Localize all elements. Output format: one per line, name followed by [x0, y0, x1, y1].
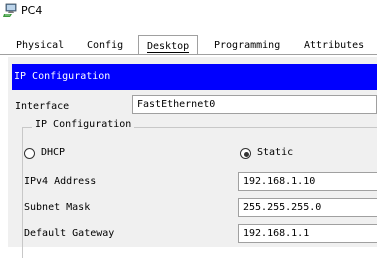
tab-attributes[interactable]: Attributes	[304, 40, 364, 51]
interface-select[interactable]: FastEthernet0	[132, 95, 377, 114]
static-radio-label: Static	[257, 147, 294, 158]
interface-label: Interface	[15, 101, 70, 112]
tab-desktop[interactable]: Desktop	[138, 35, 199, 54]
desktop-content: IP Configuration Interface FastEthernet0…	[8, 57, 377, 258]
ipv4-address-input[interactable]: 192.168.1.10	[238, 172, 377, 191]
ip-configuration-header: IP Configuration	[12, 64, 377, 90]
subnet-mask-input[interactable]: 255.255.255.0	[238, 198, 377, 217]
dhcp-radio-label: DHCP	[41, 147, 66, 158]
pc-icon	[3, 3, 19, 19]
ipv4-address-label: IPv4 Address	[24, 176, 97, 187]
static-radio-selected-dot	[244, 152, 249, 157]
tab-programming[interactable]: Programming	[214, 40, 280, 51]
tab-bar: Physical Config Desktop Programming Attr…	[0, 35, 377, 55]
static-radio-circle	[240, 148, 251, 159]
ip-configuration-legend: IP Configuration	[32, 119, 135, 130]
title-bar: PC4	[0, 0, 377, 24]
subnet-mask-label: Subnet Mask	[24, 202, 91, 213]
tab-desktop-label: Desktop	[147, 41, 190, 53]
default-gateway-input[interactable]: 192.168.1.1	[238, 224, 377, 243]
window-title: PC4	[21, 4, 43, 17]
tab-config[interactable]: Config	[87, 40, 123, 51]
dhcp-radio-circle	[24, 148, 35, 159]
default-gateway-label: Default Gateway	[24, 228, 115, 239]
tab-physical[interactable]: Physical	[16, 40, 64, 51]
